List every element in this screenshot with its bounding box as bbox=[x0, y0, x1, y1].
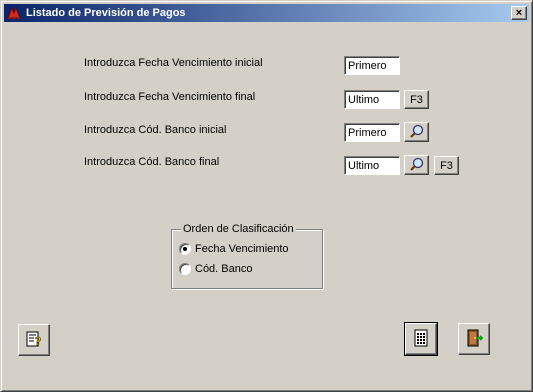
banco-inicial-search-button[interactable] bbox=[404, 122, 429, 142]
calculator-list-icon bbox=[412, 329, 430, 350]
svg-text:?: ? bbox=[35, 335, 41, 348]
fecha-final-field[interactable]: Ultimo bbox=[344, 90, 400, 109]
exit-door-icon bbox=[464, 328, 484, 351]
sort-radio-banco[interactable]: Cód. Banco bbox=[179, 263, 252, 275]
fecha-final-f3-button[interactable]: F3 bbox=[404, 90, 429, 109]
radio-selected-dot bbox=[183, 247, 187, 251]
banco-final-field[interactable]: Ultimo bbox=[344, 156, 400, 175]
help-button[interactable]: ? bbox=[18, 324, 50, 356]
sort-radio-fecha-label: Fecha Vencimiento bbox=[195, 243, 289, 255]
close-button[interactable]: × bbox=[511, 6, 527, 20]
banco-inicial-field[interactable]: Primero bbox=[344, 123, 400, 142]
sort-order-group: Orden de Clasificación Fecha Vencimiento… bbox=[171, 223, 323, 289]
fecha-inicial-field[interactable]: Primero bbox=[344, 56, 400, 75]
magnifier-icon bbox=[409, 123, 425, 142]
window-title: Listado de Previsión de Pagos bbox=[26, 7, 186, 19]
banco-final-search-button[interactable] bbox=[404, 155, 429, 175]
fecha-inicial-label: Introduzca Fecha Vencimiento inicial bbox=[84, 57, 263, 69]
banco-final-f3-button[interactable]: F3 bbox=[434, 156, 459, 175]
sort-order-title: Orden de Clasificación bbox=[181, 223, 296, 235]
banco-final-label: Introduzca Cód. Banco final bbox=[84, 156, 220, 168]
dialog-window: Listado de Previsión de Pagos × Introduz… bbox=[0, 0, 533, 392]
app-icon bbox=[6, 5, 22, 21]
magnifier-icon bbox=[409, 156, 425, 175]
radio-button[interactable] bbox=[179, 243, 191, 255]
print-list-button[interactable] bbox=[404, 322, 438, 356]
banco-inicial-label: Introduzca Cód. Banco inicial bbox=[84, 124, 227, 136]
fecha-final-label: Introduzca Fecha Vencimiento final bbox=[84, 91, 256, 103]
title-bar[interactable]: Listado de Previsión de Pagos × bbox=[4, 4, 529, 22]
exit-button[interactable] bbox=[458, 323, 490, 355]
help-document-icon: ? bbox=[24, 329, 44, 352]
sort-radio-fecha[interactable]: Fecha Vencimiento bbox=[179, 243, 289, 255]
radio-button[interactable] bbox=[179, 263, 191, 275]
sort-radio-banco-label: Cód. Banco bbox=[195, 263, 253, 275]
